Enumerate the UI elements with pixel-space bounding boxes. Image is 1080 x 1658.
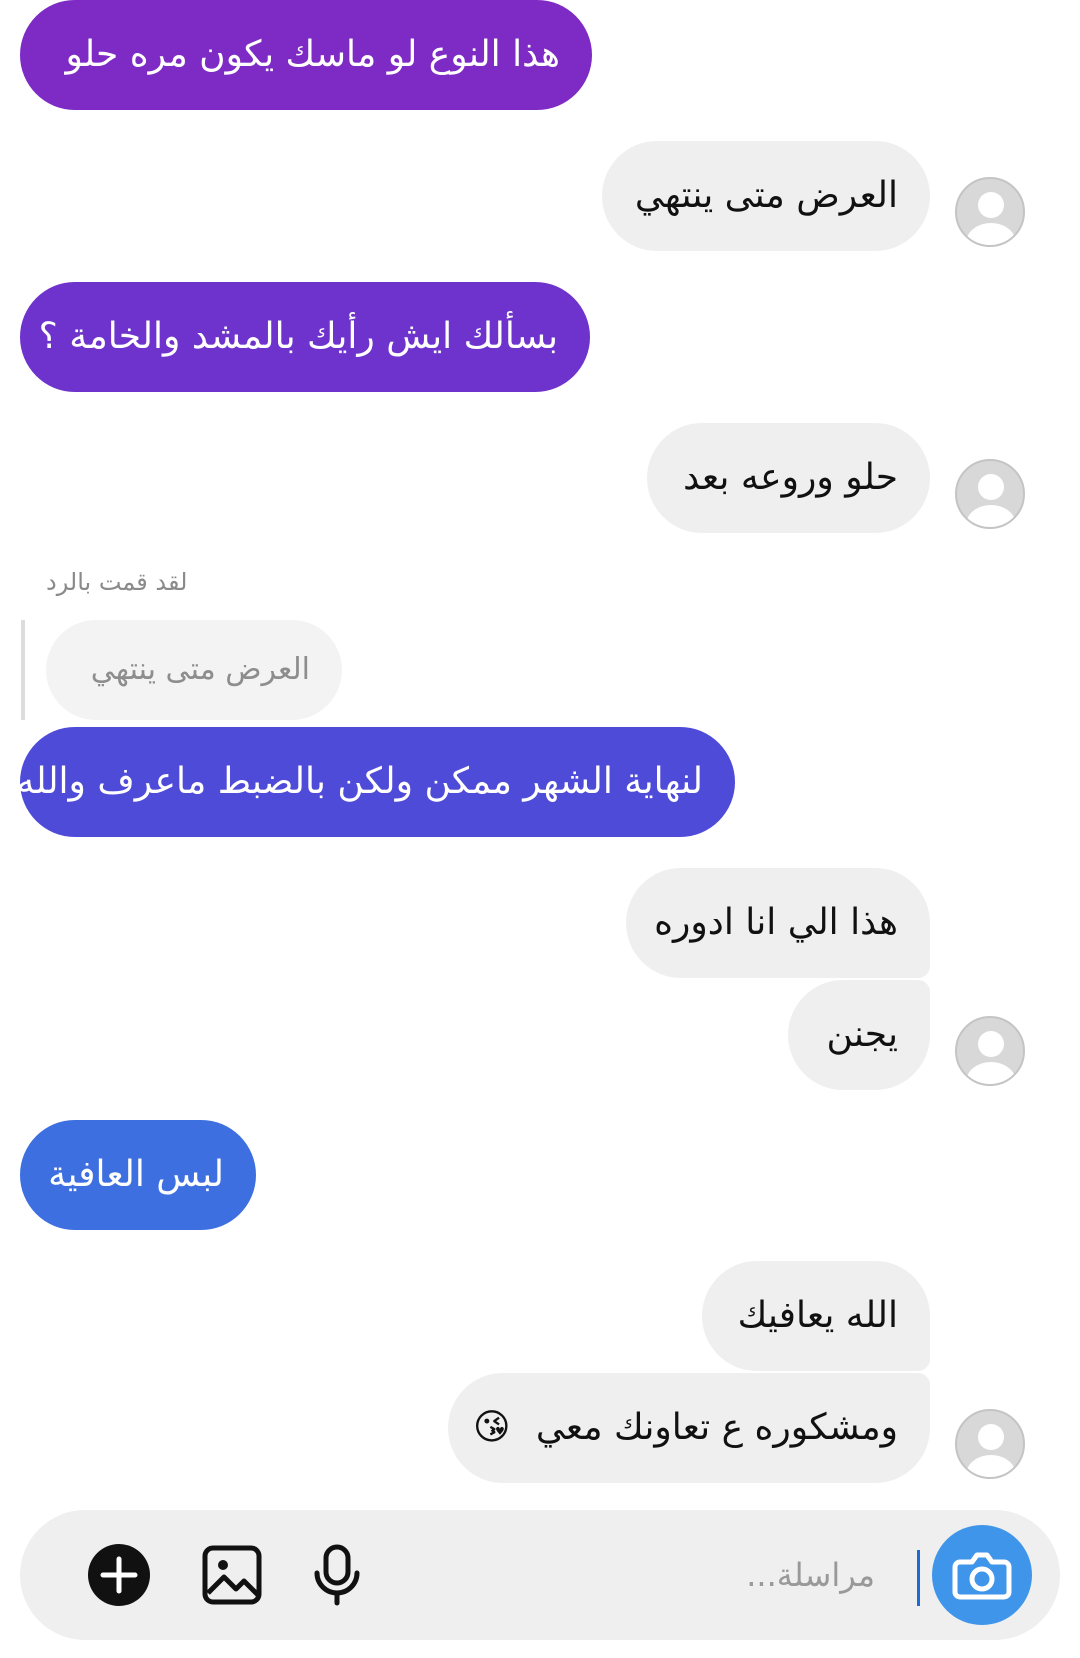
sender-avatar[interactable] — [955, 177, 1025, 247]
microphone-icon[interactable] — [305, 1543, 369, 1607]
received-message[interactable]: حلو وروعه بعد — [647, 423, 930, 533]
message-composer: مراسلة... — [20, 1510, 1060, 1640]
sent-message[interactable]: هذا النوع لو ماسك يكون مره حلو — [20, 0, 592, 110]
sent-message[interactable]: لنهاية الشهر ممكن ولكن بالضبط ماعرف والل… — [16, 727, 735, 837]
add-icon[interactable] — [87, 1543, 151, 1607]
received-message[interactable]: هذا الي انا ادوره — [626, 868, 930, 978]
received-message[interactable]: يجنن — [788, 980, 930, 1090]
message-input[interactable]: مراسلة... — [746, 1510, 875, 1640]
sender-avatar[interactable] — [955, 1016, 1025, 1086]
sender-avatar[interactable] — [955, 1409, 1025, 1479]
received-message[interactable]: العرض متى ينتهي — [602, 141, 930, 251]
text-cursor — [917, 1550, 920, 1606]
message-text: ومشكوره ع تعاونك معي — [535, 1407, 898, 1448]
sender-avatar[interactable] — [955, 459, 1025, 529]
reply-label: لقد قمت بالرد — [46, 568, 188, 596]
camera-button[interactable] — [932, 1525, 1032, 1625]
kissing-face-emoji: 😘 — [472, 1407, 511, 1448]
received-message[interactable]: الله يعافيك — [702, 1261, 930, 1371]
quoted-message[interactable]: العرض متى ينتهي — [46, 620, 342, 720]
camera-icon — [952, 1552, 1012, 1600]
received-message[interactable]: ومشكوره ع تعاونك معي 😘 — [448, 1373, 930, 1483]
gallery-icon[interactable] — [200, 1543, 264, 1607]
sent-message[interactable]: لبس العافية — [20, 1120, 256, 1230]
reply-quote-bar — [21, 620, 25, 720]
sent-message[interactable]: بسألك ايش رأيك بالمشد والخامة ؟ — [20, 282, 590, 392]
